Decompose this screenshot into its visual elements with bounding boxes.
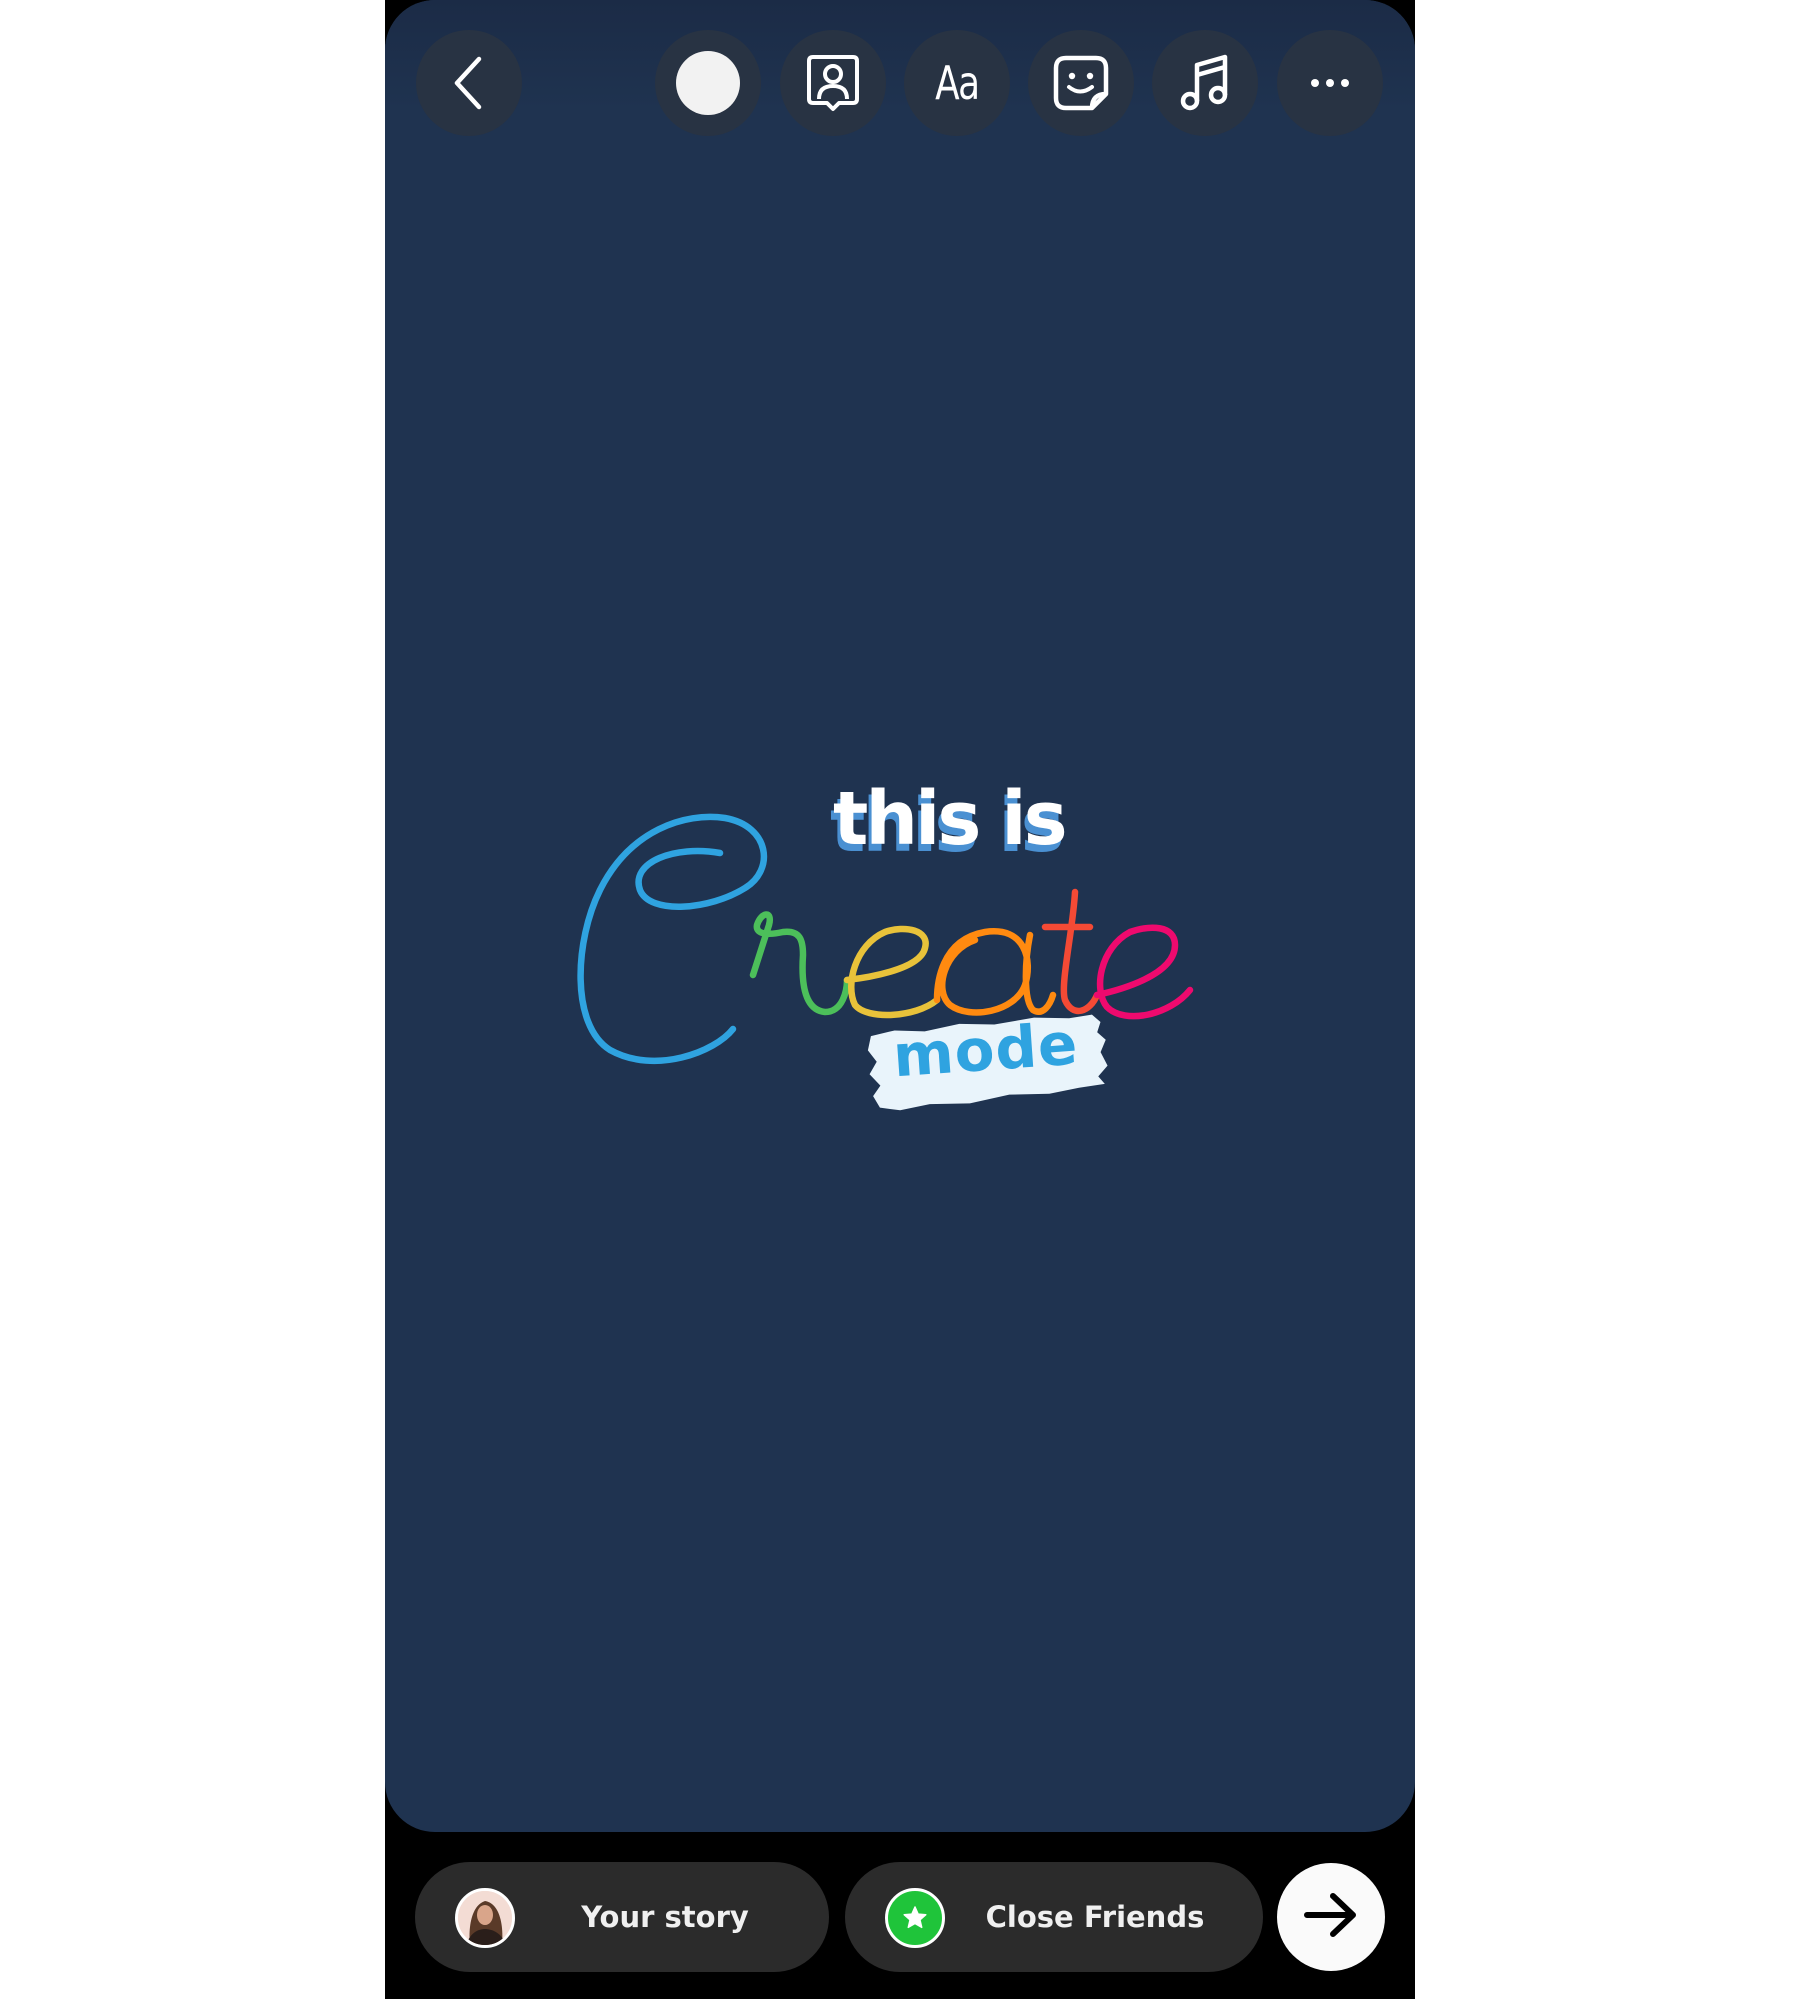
letter-c — [577, 813, 768, 1065]
letter-e2 — [1093, 924, 1194, 1020]
close-friends-label: Close Friends — [985, 1900, 1205, 1934]
arrow-right-icon — [1303, 1892, 1359, 1943]
letter-r — [749, 911, 851, 1016]
share-bar: Your story Close Friends — [385, 1862, 1415, 1972]
avatar — [455, 1888, 515, 1948]
close-friends-button[interactable]: Close Friends — [845, 1862, 1263, 1972]
create-script-art — [577, 813, 1194, 1065]
story-editor: Aa this is mode Your story Close Friends — [385, 0, 1415, 1999]
story-canvas[interactable]: Aa this is mode — [385, 0, 1415, 1832]
letter-e1 — [843, 925, 941, 1019]
letter-a — [933, 928, 1057, 1016]
your-story-label: Your story — [581, 1900, 749, 1934]
green-star-icon — [885, 1888, 945, 1948]
next-button[interactable] — [1277, 1863, 1385, 1971]
sticker-line-mode: mode — [890, 1009, 1081, 1091]
sticker-line-this-is: this is — [833, 776, 1068, 862]
your-story-button[interactable]: Your story — [415, 1862, 829, 1972]
